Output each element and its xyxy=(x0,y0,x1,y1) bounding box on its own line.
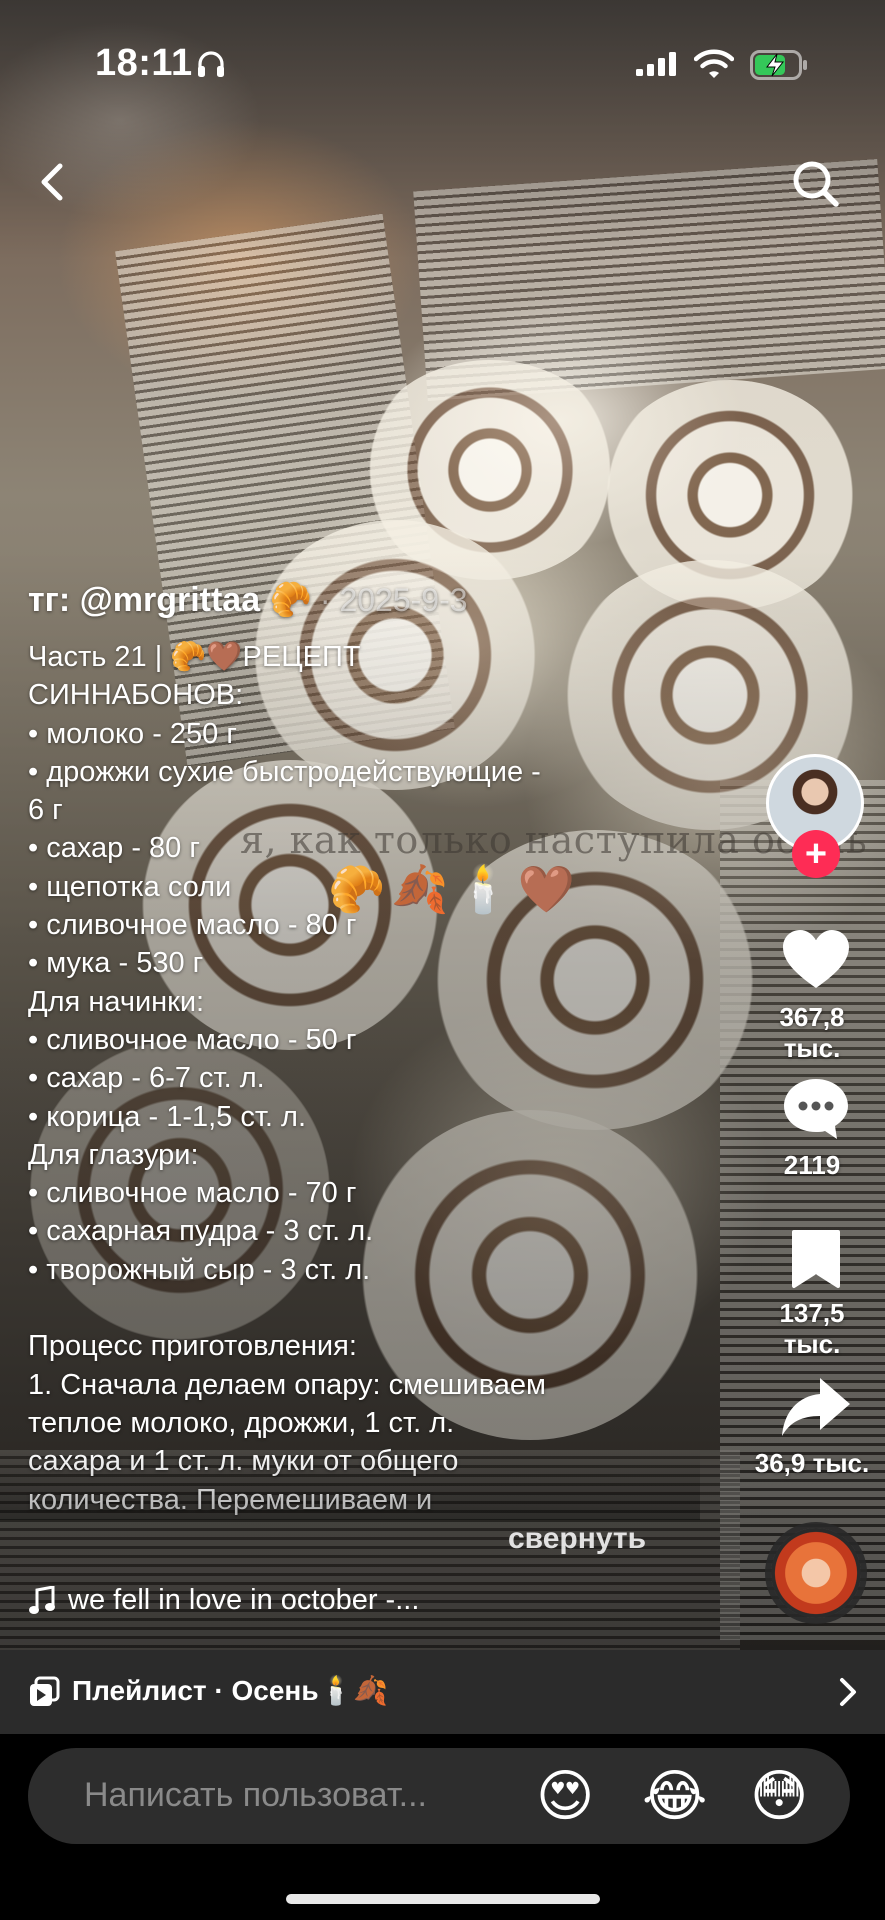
music-track[interactable]: we fell in love in october -... xyxy=(28,1584,419,1617)
music-disc[interactable] xyxy=(771,1528,861,1618)
share-icon[interactable] xyxy=(780,1376,852,1438)
battery-charging-icon xyxy=(750,50,807,80)
post-description: тг: @mrgrittaa 🥐 · 2025-9-3 Часть 21 | 🥐🤎… xyxy=(28,582,668,1519)
description-text: Часть 21 | 🥐🤎РЕЦЕПТ СИННАБОНОВ: • молоко… xyxy=(28,641,546,1516)
description-fade xyxy=(0,1450,700,1520)
comment-placeholder: Написать пользоват... xyxy=(84,1776,427,1814)
comment-input[interactable]: Написать пользоват... 😍 😂 😳 xyxy=(28,1748,850,1844)
playlist-bar[interactable]: Плейлист · Осень🕯️🍂 xyxy=(0,1650,885,1734)
bottom-bar: Написать пользоват... 😍 😂 😳 xyxy=(0,1734,885,1920)
back-button[interactable] xyxy=(30,156,74,208)
wifi-icon xyxy=(694,49,734,78)
heart-icon[interactable] xyxy=(781,928,851,992)
author-name[interactable]: тг: @mrgrittaa 🥐 xyxy=(28,581,312,619)
home-indicator[interactable] xyxy=(286,1894,600,1904)
bookmark-icon[interactable] xyxy=(790,1228,842,1290)
headphones-icon xyxy=(198,51,224,77)
post-date: · 2025-9-3 xyxy=(319,582,468,618)
chevron-right-icon xyxy=(840,1678,856,1706)
like-count: 367,8 тыс. xyxy=(779,1002,845,1063)
author-row: тг: @mrgrittaa 🥐 · 2025-9-3 xyxy=(28,582,668,618)
signal-icon xyxy=(636,52,676,76)
share-count: 36,9 тыс. xyxy=(754,1448,870,1478)
search-icon[interactable] xyxy=(788,156,844,212)
status-bar: 18:11 xyxy=(0,0,885,130)
music-title: we fell in love in october -... xyxy=(68,1584,420,1616)
comment-icon[interactable] xyxy=(781,1076,851,1142)
status-time: 18:11 xyxy=(95,42,193,84)
playlist-icon xyxy=(30,1676,60,1706)
comment-count: 2119 xyxy=(783,1150,841,1180)
playlist-label: Плейлист · Осень🕯️🍂 xyxy=(72,1675,389,1706)
collapse-button[interactable]: свернуть xyxy=(508,1522,646,1556)
follow-button[interactable]: + xyxy=(792,830,840,878)
emoji-heart-eyes-button[interactable]: 😍 xyxy=(536,1766,594,1826)
music-note-icon xyxy=(29,1585,55,1614)
emoji-flushed-button[interactable]: 😳 xyxy=(750,1766,808,1826)
bookmark-count: 137,5 тыс. xyxy=(779,1298,845,1359)
emoji-joy-button[interactable]: 😂 xyxy=(642,1766,707,1826)
